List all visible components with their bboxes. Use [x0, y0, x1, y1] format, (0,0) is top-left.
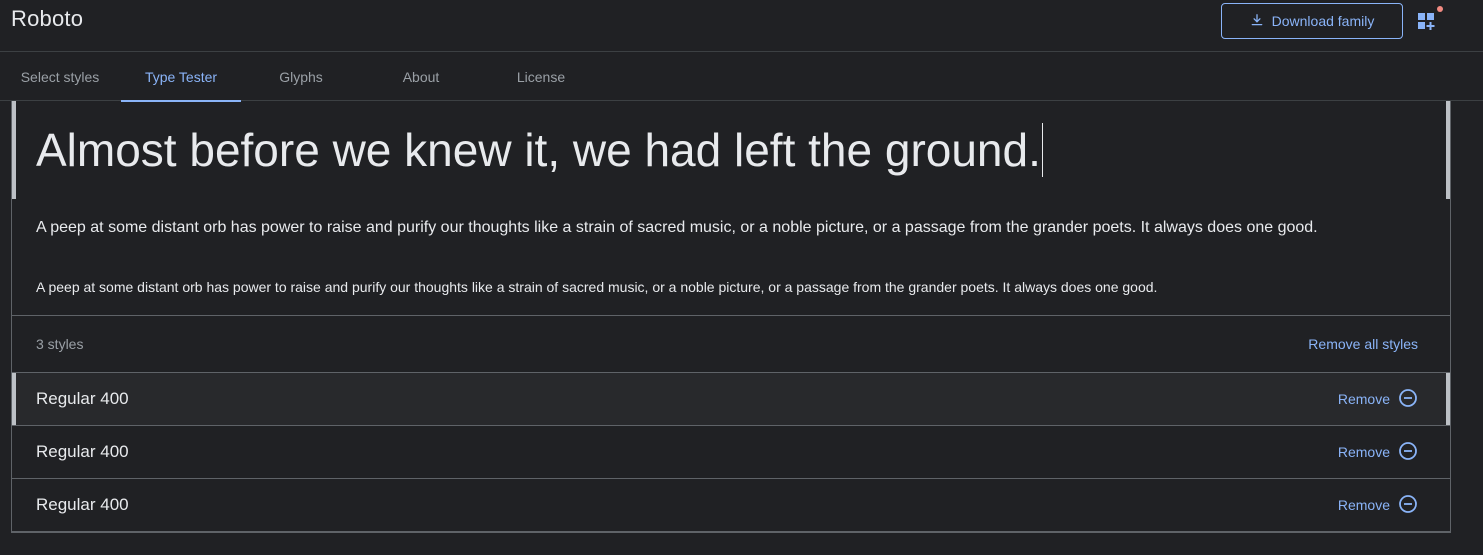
styles-count: 3 styles	[36, 336, 84, 352]
styles-summary-bar: 3 styles Remove all styles	[12, 315, 1450, 373]
download-family-button[interactable]: Download family	[1221, 3, 1403, 39]
app-header: Roboto Download family	[0, 0, 1483, 52]
tab-glyphs[interactable]: Glyphs	[241, 53, 361, 101]
text-caret	[1041, 123, 1043, 177]
small-sample-text[interactable]: A peep at some distant orb has power to …	[36, 279, 1157, 295]
row-indicator-left	[12, 373, 16, 425]
focus-indicator-left	[12, 101, 16, 199]
tab-select-styles[interactable]: Select styles	[0, 53, 120, 101]
type-tester-panel: Almost before we knew it, we had left th…	[11, 101, 1451, 533]
style-name: Regular 400	[36, 389, 129, 408]
remove-label: Remove	[1337, 391, 1390, 407]
remove-style-button[interactable]: Remove	[1338, 388, 1418, 410]
remove-style-button[interactable]: Remove	[1338, 441, 1418, 463]
family-title: Roboto	[11, 6, 84, 31]
remove-style-button[interactable]: Remove	[1338, 494, 1418, 516]
tab-about[interactable]: About	[361, 53, 481, 101]
medium-sample-text[interactable]: A peep at some distant orb has power to …	[36, 219, 1318, 237]
large-sample-row[interactable]: Almost before we knew it, we had left th…	[12, 101, 1450, 199]
large-sample-text[interactable]: Almost before we knew it, we had left th…	[36, 124, 1041, 176]
remove-label: Remove	[1337, 497, 1390, 513]
remove-label: Remove	[1337, 444, 1390, 460]
large-sample-text-container[interactable]: Almost before we knew it, we had left th…	[36, 123, 1043, 177]
focus-indicator-right	[1446, 101, 1450, 199]
tab-bar: Select styles Type Tester Glyphs About L…	[0, 53, 1483, 102]
style-row[interactable]: Regular 400 Remove	[12, 479, 1450, 532]
style-row[interactable]: Regular 400 Remove	[12, 373, 1450, 426]
style-name: Regular 400	[36, 442, 129, 461]
style-row[interactable]: Regular 400 Remove	[12, 426, 1450, 479]
remove-circle-icon	[1398, 441, 1418, 464]
download-icon	[1250, 13, 1264, 30]
remove-all-styles-button[interactable]: Remove all styles	[1308, 336, 1418, 352]
tab-license[interactable]: License	[481, 53, 601, 101]
tab-type-tester[interactable]: Type Tester	[121, 53, 241, 102]
notification-dot	[1437, 6, 1443, 12]
style-name: Regular 400	[36, 495, 129, 514]
remove-circle-icon	[1398, 494, 1418, 517]
row-indicator-right	[1446, 373, 1450, 425]
remove-circle-icon	[1398, 388, 1418, 411]
download-family-label: Download family	[1271, 13, 1375, 29]
